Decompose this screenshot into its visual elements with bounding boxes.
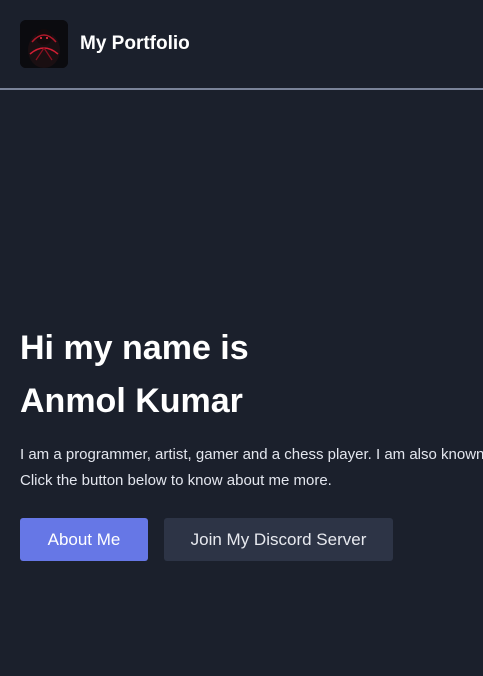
hero-description-line2: Click the button below to know about me … xyxy=(20,472,332,489)
hero-title: Hi my name is Anmol Kumar xyxy=(20,322,483,428)
navbar: My Portfolio xyxy=(0,0,483,90)
avatar-image xyxy=(20,20,68,68)
join-discord-button[interactable]: Join My Discord Server xyxy=(164,518,393,561)
hero-greeting: Hi my name is xyxy=(20,329,249,367)
brand-link[interactable]: My Portfolio xyxy=(20,20,190,68)
brand-name: My Portfolio xyxy=(80,33,190,54)
about-me-button[interactable]: About Me xyxy=(20,518,148,561)
hero-description-line1: I am a programmer, artist, gamer and a c… xyxy=(20,446,483,463)
hero-actions: About Me Join My Discord Server xyxy=(20,518,483,561)
hero-description: I am a programmer, artist, gamer and a c… xyxy=(20,442,483,494)
hero-section: Hi my name is Anmol Kumar I am a program… xyxy=(20,322,483,561)
hero-name: Anmol Kumar xyxy=(20,382,243,420)
avatar xyxy=(20,20,68,68)
